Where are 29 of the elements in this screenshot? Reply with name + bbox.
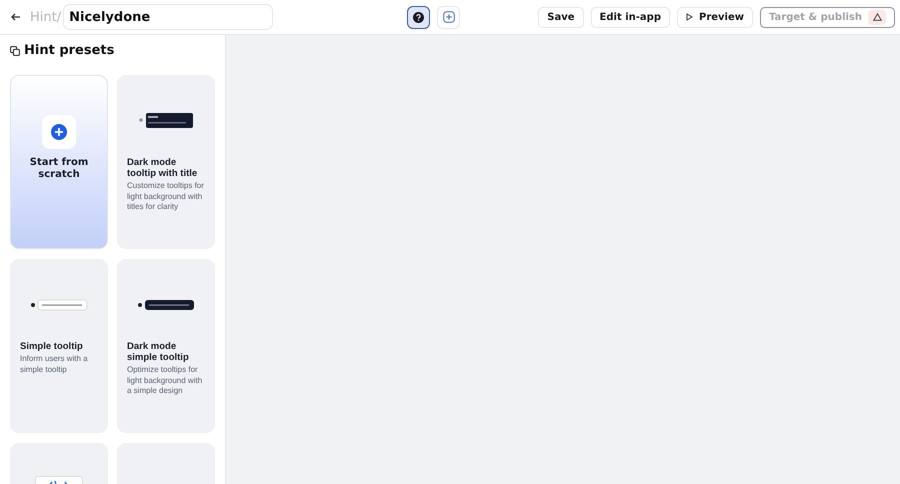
panel-title: Hint presets: [24, 43, 114, 58]
plus-icon: [42, 115, 76, 149]
action-button[interactable]: Edit in-app: [590, 6, 670, 28]
card-title: Dark mode tooltip with title: [127, 157, 198, 179]
help-icon: [413, 12, 424, 22]
card-title: Start from scratch: [28, 157, 90, 181]
preset-card[interactable]: Start from scratch: [10, 75, 108, 249]
add-mode-button[interactable]: [437, 6, 460, 28]
action-button[interactable]: Save: [538, 6, 584, 28]
dark-tooltip-drawing: [138, 112, 194, 130]
back-arrow-icon: [11, 12, 21, 22]
copy-icon: [10, 46, 20, 56]
name-field[interactable]: Nicelydone: [63, 4, 274, 30]
preset-card[interactable]: Simple tooltip Inform users with a simple tooltip: [10, 259, 108, 433]
card-description: Customize tooltips for light background with titles for clarity: [127, 181, 205, 212]
play-icon: [686, 13, 693, 21]
preset-card[interactable]: Dark mode simple tooltip Optimize tooltips for light background with a simple design: [117, 259, 215, 433]
dark-tooltip-drawing: [137, 299, 195, 311]
tooltip-drawing: [30, 299, 88, 311]
warning-icon: [868, 10, 886, 24]
add-icon: [442, 11, 455, 23]
card-title: Simple tooltip: [20, 341, 84, 352]
card-description: Inform users with a simple tooltip: [20, 354, 89, 375]
help-mode-button[interactable]: [407, 6, 430, 28]
card-description: Optimize tooltips for light background with a simple design: [127, 365, 204, 396]
card-title: Dark mode simple tooltip: [127, 341, 190, 363]
action-button[interactable]: Preview: [677, 6, 754, 28]
breadcrumb: Hint/: [30, 10, 62, 24]
preset-card[interactable]: Dark mode tooltip with title Customize tooltips for light background with titles for clarity: [117, 75, 215, 249]
